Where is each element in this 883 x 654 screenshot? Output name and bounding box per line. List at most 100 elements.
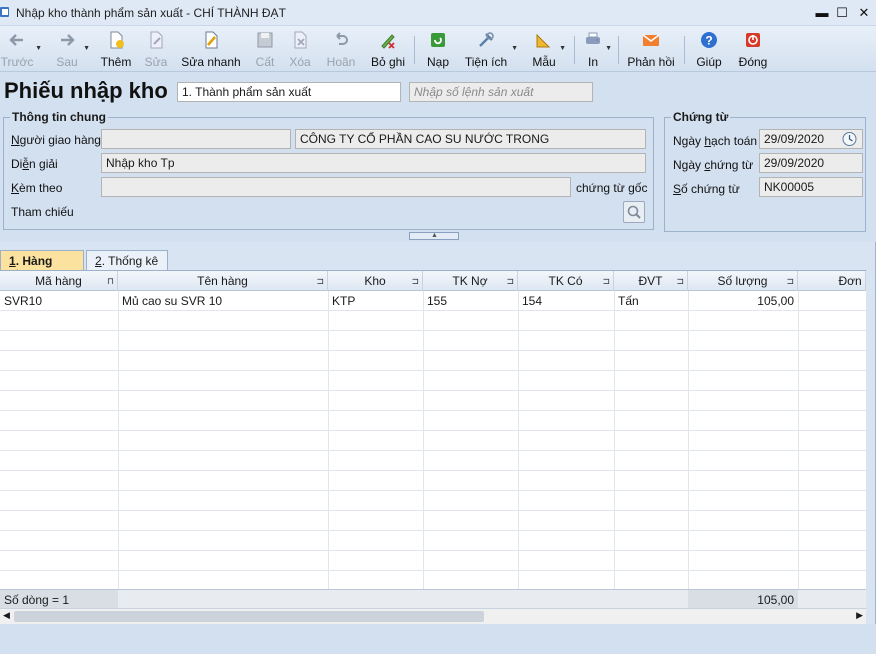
app-window: Nhập kho thành phẩm sản xuất - CHÍ THÀNH… xyxy=(0,0,876,654)
tools-icon xyxy=(479,32,494,47)
voucher-date-label: Ngày chứng từ xyxy=(673,158,754,172)
col-header-ma-hang[interactable]: Mã hàng ⊓ xyxy=(0,271,118,291)
add-button[interactable]: Thêm xyxy=(98,28,134,70)
close-form-button[interactable]: Đóng xyxy=(736,28,770,70)
col-header-so-luong[interactable]: Số lượng ⊐ xyxy=(688,271,798,291)
deliverer-code-input[interactable] xyxy=(101,129,291,149)
chevron-down-icon: ▼ xyxy=(35,45,42,52)
close-button[interactable]: ✕ xyxy=(854,4,874,22)
cell-tk-co[interactable]: 154 xyxy=(518,291,614,311)
production-order-input[interactable]: Nhập số lệnh sản xuất xyxy=(409,82,593,102)
voucher-number-label: Số chứng từ xyxy=(673,182,740,196)
scrollbar-thumb[interactable] xyxy=(14,611,484,622)
cell-don-gia[interactable] xyxy=(798,291,866,311)
cell-dvt[interactable]: Tấn xyxy=(614,291,688,311)
voucher-legend: Chứng từ xyxy=(673,110,729,124)
delete-button[interactable]: Xóa xyxy=(286,28,314,70)
horizontal-scrollbar[interactable]: ◀ ▶ xyxy=(0,608,866,624)
arrow-right-icon xyxy=(61,34,75,46)
empty-row[interactable] xyxy=(0,531,866,551)
floppy-disk-icon xyxy=(257,32,273,48)
reload-button[interactable]: Nạp xyxy=(424,28,452,70)
table-row[interactable]: SVR10 Mủ cao su SVR 10 KTP 155 154 Tấn 1… xyxy=(0,291,866,311)
empty-row[interactable] xyxy=(0,491,866,511)
empty-row[interactable] xyxy=(0,371,866,391)
col-header-dvt[interactable]: ĐVT ⊐ xyxy=(614,271,688,291)
quick-edit-icon xyxy=(205,31,218,49)
empty-row[interactable] xyxy=(0,471,866,491)
col-header-don-gia[interactable]: Đơn giá xyxy=(798,271,866,291)
arrow-left-icon xyxy=(9,34,23,46)
calendar-button[interactable] xyxy=(841,131,858,147)
grid-footer: Số dòng = 1 105,00 xyxy=(0,589,866,608)
empty-row[interactable] xyxy=(0,571,866,591)
attachments-input[interactable] xyxy=(101,177,571,197)
minimize-button[interactable]: ▬ xyxy=(812,4,832,22)
magnifier-icon xyxy=(627,205,641,219)
help-button[interactable]: ? Giúp xyxy=(692,28,726,70)
pin-icon[interactable]: ⊐ xyxy=(602,271,610,291)
cell-tk-no[interactable]: 155 xyxy=(423,291,518,311)
empty-row[interactable] xyxy=(0,351,866,371)
detail-tabs: 1. Hàng tiền 2. Thống kê xyxy=(0,250,876,282)
undo-button[interactable]: Hoãn xyxy=(324,28,358,70)
toolbar-separator xyxy=(684,36,685,64)
voucher-date-input[interactable]: 29/09/2020 xyxy=(759,153,863,173)
col-header-tk-co[interactable]: TK Có ⊐ xyxy=(518,271,614,291)
pin-icon[interactable]: ⊐ xyxy=(316,271,324,291)
edit-document-icon xyxy=(150,31,163,49)
pin-icon[interactable]: ⊐ xyxy=(786,271,794,291)
cell-ma-hang[interactable]: SVR10 xyxy=(0,291,118,311)
deliverer-label: Người giao hàng xyxy=(11,133,101,147)
save-button[interactable]: Cất xyxy=(252,28,278,70)
empty-row[interactable] xyxy=(0,331,866,351)
background-pane xyxy=(877,0,883,654)
pin-icon[interactable]: ⊐ xyxy=(411,271,419,291)
template-button[interactable]: Mẫu ▼ xyxy=(530,28,566,70)
title-bar: Nhập kho thành phẩm sản xuất - CHÍ THÀNH… xyxy=(0,0,876,26)
tab-thong-ke[interactable]: 2. Thống kê xyxy=(86,250,168,270)
empty-row[interactable] xyxy=(0,391,866,411)
empty-row[interactable] xyxy=(0,451,866,471)
chevron-down-icon: ▼ xyxy=(511,45,518,52)
scroll-left-icon[interactable]: ◀ xyxy=(3,610,10,621)
col-header-tk-no[interactable]: TK Nợ ⊐ xyxy=(423,271,518,291)
print-button[interactable]: In ▼ xyxy=(582,28,612,70)
feedback-button[interactable]: Phản hồi xyxy=(626,28,676,70)
next-button[interactable]: Sau ▼ xyxy=(52,28,90,70)
chevron-up-icon: ▲ xyxy=(431,232,438,239)
voucher-number-input[interactable]: NK00005 xyxy=(759,177,863,197)
printer-icon xyxy=(586,32,600,44)
previous-button[interactable]: Trước ▼ xyxy=(0,28,42,70)
envelope-icon xyxy=(642,34,660,46)
edit-button[interactable]: Sửa xyxy=(142,28,170,70)
cell-kho[interactable]: KTP xyxy=(328,291,423,311)
empty-row[interactable] xyxy=(0,411,866,431)
pin-icon[interactable]: ⊐ xyxy=(506,271,514,291)
empty-row[interactable] xyxy=(0,431,866,451)
cell-so-luong[interactable]: 105,00 xyxy=(688,291,798,311)
deliverer-name-input[interactable]: CÔNG TY CỔ PHẦN CAO SU NƯỚC TRONG xyxy=(295,129,646,149)
toolbar-separator xyxy=(414,36,415,64)
unpost-button[interactable]: Bỏ ghi xyxy=(368,28,408,70)
empty-row[interactable] xyxy=(0,551,866,571)
utilities-button[interactable]: Tiện ích ▼ xyxy=(462,28,518,70)
tab-hang-tien[interactable]: 1. Hàng tiền xyxy=(0,250,84,282)
maximize-button[interactable]: ☐ xyxy=(832,4,852,22)
voucher-type-select[interactable]: 1. Thành phẩm sản xuất xyxy=(177,82,401,102)
cell-ten-hang[interactable]: Mủ cao su SVR 10 xyxy=(118,291,328,311)
reference-label: Tham chiếu xyxy=(11,205,74,219)
empty-row[interactable] xyxy=(0,511,866,531)
status-strip xyxy=(0,624,876,654)
col-header-ten-hang[interactable]: Tên hàng ⊐ xyxy=(118,271,328,291)
quick-edit-button[interactable]: Sửa nhanh xyxy=(180,28,242,70)
collapse-splitter[interactable]: ▲ xyxy=(409,232,459,240)
description-input[interactable]: Nhập kho Tp xyxy=(101,153,646,173)
pin-icon[interactable]: ⊐ xyxy=(676,271,684,291)
reference-search-button[interactable] xyxy=(623,201,645,223)
scroll-right-icon[interactable]: ▶ xyxy=(856,610,863,621)
empty-row[interactable] xyxy=(0,311,866,331)
pin-icon[interactable]: ⊓ xyxy=(107,271,114,291)
col-header-kho[interactable]: Kho ⊐ xyxy=(328,271,423,291)
original-docs-label: chứng từ gốc xyxy=(576,181,648,195)
